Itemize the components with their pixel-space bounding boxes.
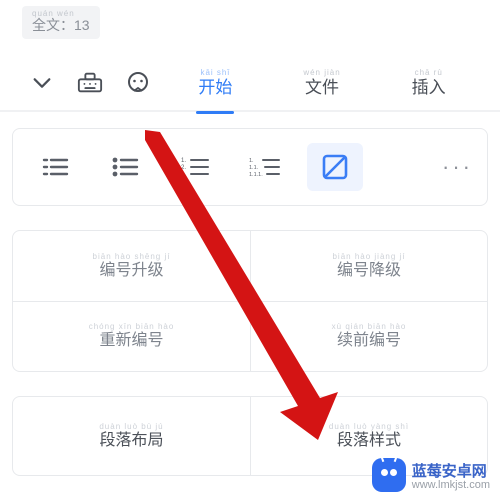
bullet-list-button[interactable] <box>27 143 83 191</box>
paragraph-layout-button[interactable]: duàn luò bù jú 段落布局 <box>13 397 250 475</box>
numbering-demote-button[interactable]: biān hào jiàng jí 编号降级 <box>250 231 487 301</box>
watermark-icon <box>372 458 406 492</box>
numbering-restart-button[interactable]: chóng xīn biān hào 重新编号 <box>13 302 250 371</box>
svg-text:1.1.: 1.1. <box>249 165 259 171</box>
tab-start-label: 开始 <box>198 78 232 97</box>
svg-text:1.1.1.: 1.1.1. <box>249 172 263 178</box>
more-label: ··· <box>442 154 473 179</box>
more-list-options[interactable]: ··· <box>442 154 473 180</box>
watermark-url: www.lmkjst.com <box>412 479 490 491</box>
list-style-toolbar: 1.2.3. 1.1.1.1.1.1. ··· <box>12 128 488 206</box>
numbering-restart-pinyin: chóng xīn biān hào <box>89 322 175 331</box>
watermark: 蓝莓安卓网 www.lmkjst.com <box>372 458 490 492</box>
tab-insert-label: 插入 <box>412 78 446 97</box>
assistant-icon[interactable] <box>114 63 162 103</box>
paragraph-style-label: 段落样式 <box>337 432 401 449</box>
numbering-promote-pinyin: biān hào shēng jí <box>93 252 171 261</box>
numbering-actions-grid: biān hào shēng jí 编号升级 biān hào jiàng jí… <box>12 230 488 372</box>
dot-list-button[interactable] <box>97 143 153 191</box>
keyboard-icon[interactable] <box>66 63 114 103</box>
tab-start-pinyin: kāi shǐ <box>162 68 269 77</box>
multilevel-list-button[interactable]: 1.1.1.1.1.1. <box>237 143 293 191</box>
svg-text:1.: 1. <box>181 158 186 164</box>
collapse-icon[interactable] <box>18 63 66 103</box>
paragraph-style-pinyin: duàn luò yàng shì <box>329 422 409 431</box>
numbering-restart-label: 重新编号 <box>99 332 163 349</box>
numbering-promote-label: 编号升级 <box>99 262 163 279</box>
tab-start[interactable]: kāi shǐ 开始 <box>162 68 269 98</box>
numbering-continue-pinyin: xù qián biān hào <box>332 322 407 331</box>
numbering-demote-pinyin: biān hào jiàng jí <box>332 252 405 261</box>
tab-file-label: 文件 <box>305 78 339 97</box>
no-list-button[interactable] <box>307 143 363 191</box>
numbering-continue-label: 续前编号 <box>337 332 401 349</box>
watermark-title: 蓝莓安卓网 <box>412 460 490 481</box>
numbering-continue-button[interactable]: xù qián biān hào 续前编号 <box>250 302 487 371</box>
svg-text:2.: 2. <box>181 165 186 171</box>
word-count-label: 全文：13 <box>32 17 90 33</box>
paragraph-layout-pinyin: duàn luò bù jú <box>99 422 163 431</box>
main-tabbar: kāi shǐ 开始 wén jiàn 文件 chā rù 插入 <box>0 56 500 112</box>
tab-file-pinyin: wén jiàn <box>269 68 376 77</box>
numbered-list-button[interactable]: 1.2.3. <box>167 143 223 191</box>
numbering-demote-label: 编号降级 <box>337 262 401 279</box>
tab-insert-pinyin: chā rù <box>375 68 482 77</box>
svg-text:1.: 1. <box>249 158 254 164</box>
tab-file[interactable]: wén jiàn 文件 <box>269 68 376 98</box>
numbering-promote-button[interactable]: biān hào shēng jí 编号升级 <box>13 231 250 301</box>
tab-insert[interactable]: chā rù 插入 <box>375 68 482 98</box>
paragraph-layout-label: 段落布局 <box>99 432 163 449</box>
svg-text:3.: 3. <box>181 172 186 178</box>
word-count-chip[interactable]: quán wén 全文：13 <box>22 6 100 39</box>
